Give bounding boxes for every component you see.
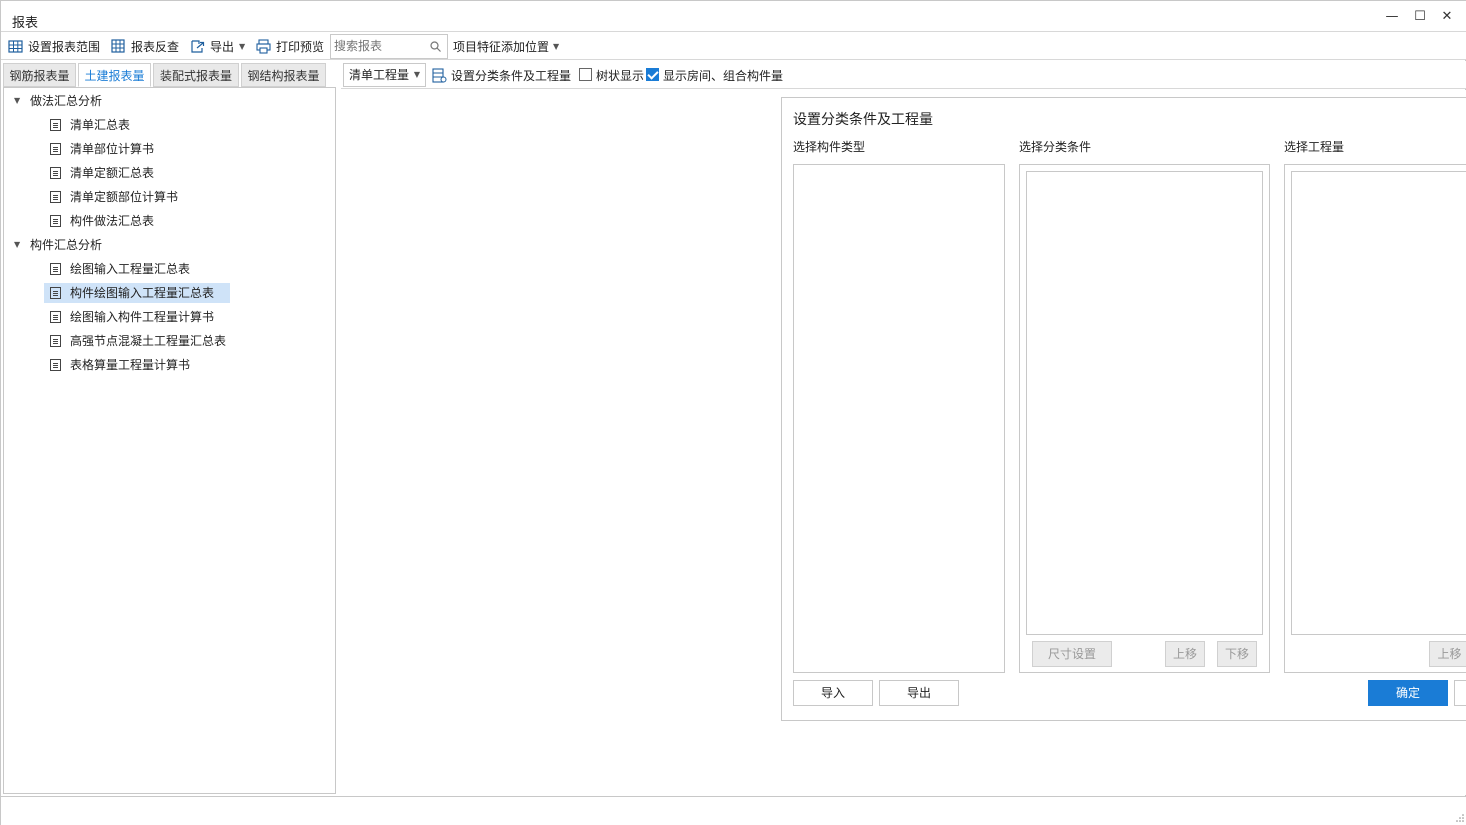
tree-item[interactable]: 清单定额部位计算书 bbox=[50, 187, 178, 207]
title-bar: 报表 — ☐ ✕ bbox=[1, 1, 1466, 31]
feature-position-label: 项目特征添加位置 bbox=[453, 39, 550, 54]
export-label: 导出 bbox=[210, 39, 235, 54]
quantity-panel: 上移 bbox=[1284, 164, 1466, 673]
conditions-panel: 尺寸设置 上移 下移 bbox=[1019, 164, 1270, 673]
tree-item[interactable]: 高强节点混凝土工程量汇总表 bbox=[50, 331, 226, 351]
tab-steel[interactable]: 钢结构报表量 bbox=[241, 63, 326, 87]
tree-item-label: 构件绘图输入工程量汇总表 bbox=[70, 286, 215, 300]
move-up-button[interactable]: 上移 bbox=[1165, 641, 1205, 667]
tree-group-label: 构件汇总分析 bbox=[30, 238, 103, 252]
dialog-title: 设置分类条件及工程量 bbox=[793, 112, 933, 128]
tree-item-label: 清单汇总表 bbox=[70, 118, 131, 132]
report-options-bar: 清单工程量 ▼ 设置分类条件及工程量 树状显示 显示房间、组合构件量 bbox=[341, 61, 1466, 89]
report-window: 报表 — ☐ ✕ 设置报表范围 报表反查 导出 ▼ 打印预览 项目特征添加位置 … bbox=[0, 0, 1466, 825]
export-icon bbox=[191, 39, 205, 53]
status-bar bbox=[1, 796, 1466, 825]
show-rooms-checkbox[interactable] bbox=[646, 68, 659, 81]
confirm-button[interactable]: 确定 bbox=[1368, 680, 1448, 706]
set-conditions-label: 设置分类条件及工程量 bbox=[451, 68, 572, 83]
report-doc-icon bbox=[50, 119, 61, 131]
report-doc-icon bbox=[50, 215, 61, 227]
expand-triangle-icon[interactable]: ▼ bbox=[14, 235, 22, 255]
tree-item[interactable]: 表格算量工程量计算书 bbox=[50, 355, 190, 375]
chevron-down-icon: ▼ bbox=[553, 41, 560, 51]
tree-item-label: 高强节点混凝土工程量汇总表 bbox=[70, 334, 227, 348]
settings-table-icon bbox=[432, 67, 447, 83]
tab-rebar[interactable]: 钢筋报表量 bbox=[3, 63, 76, 87]
tree-item[interactable]: 绘图输入工程量汇总表 bbox=[50, 259, 190, 279]
window-title: 报表 bbox=[12, 16, 39, 31]
quantity-list[interactable] bbox=[1291, 171, 1466, 635]
tree-item[interactable]: 构件做法汇总表 bbox=[50, 211, 154, 231]
tree-display-label: 树状显示 bbox=[596, 69, 645, 83]
tree-item-label: 表格算量工程量计算书 bbox=[70, 358, 191, 372]
report-doc-icon bbox=[50, 311, 61, 323]
chevron-down-icon: ▼ bbox=[413, 70, 420, 79]
report-doc-icon bbox=[50, 191, 61, 203]
tree-item-label: 清单定额部位计算书 bbox=[70, 190, 179, 204]
cancel-button[interactable] bbox=[1454, 680, 1466, 706]
main-toolbar: 设置报表范围 报表反查 导出 ▼ 打印预览 项目特征添加位置 ▼ bbox=[1, 31, 1466, 60]
expand-triangle-icon[interactable]: ▼ bbox=[14, 91, 22, 111]
component-type-title: 选择构件类型 bbox=[793, 140, 866, 154]
tree-item[interactable]: 绘图输入构件工程量计算书 bbox=[50, 307, 214, 327]
tree-item-label: 清单部位计算书 bbox=[70, 142, 155, 156]
tree-item-label: 构件做法汇总表 bbox=[70, 214, 155, 228]
report-doc-icon bbox=[50, 287, 61, 299]
feature-position-dropdown[interactable]: 项目特征添加位置 ▼ bbox=[453, 37, 559, 55]
tree-item[interactable]: 清单部位计算书 bbox=[50, 139, 154, 159]
quantity-type-value: 清单工程量 bbox=[349, 68, 410, 82]
table-search-icon bbox=[111, 38, 125, 53]
tree-display-checkbox[interactable] bbox=[579, 68, 592, 81]
import-button[interactable]: 导入 bbox=[793, 680, 873, 706]
quantity-title: 选择工程量 bbox=[1284, 140, 1345, 154]
tree-group-component[interactable]: ▼ 构件汇总分析 bbox=[14, 235, 102, 255]
tree-item-selected[interactable]: 构件绘图输入工程量汇总表 bbox=[44, 283, 231, 303]
show-rooms-label: 显示房间、组合构件量 bbox=[663, 69, 784, 83]
tree-group-method[interactable]: ▼ 做法汇总分析 bbox=[14, 91, 102, 111]
quantity-type-select[interactable]: 清单工程量 ▼ bbox=[343, 63, 426, 87]
conditions-dialog: 设置分类条件及工程量 选择构件类型 导入 导出 选择分类条件 尺寸设置 上移 下… bbox=[781, 97, 1466, 721]
search-icon[interactable] bbox=[430, 41, 441, 52]
set-range-button[interactable]: 设置报表范围 bbox=[8, 37, 100, 55]
size-settings-button[interactable]: 尺寸设置 bbox=[1032, 641, 1112, 667]
report-doc-icon bbox=[50, 335, 61, 347]
chevron-down-icon[interactable]: ▼ bbox=[239, 42, 245, 51]
tree-group-label: 做法汇总分析 bbox=[30, 94, 103, 108]
move-down-button[interactable]: 下移 bbox=[1217, 641, 1257, 667]
search-input[interactable] bbox=[334, 35, 430, 57]
tree-item-label: 清单定额汇总表 bbox=[70, 166, 155, 180]
report-doc-icon bbox=[50, 263, 61, 275]
grid-range-icon bbox=[8, 39, 23, 53]
close-icon[interactable]: ✕ bbox=[1439, 9, 1455, 25]
report-doc-icon bbox=[50, 167, 61, 179]
set-range-label: 设置报表范围 bbox=[28, 39, 101, 54]
minimize-icon[interactable]: — bbox=[1384, 9, 1400, 25]
quantity-move-up-button[interactable]: 上移 bbox=[1429, 641, 1466, 667]
tree-item[interactable]: 清单定额汇总表 bbox=[50, 163, 154, 183]
report-doc-icon bbox=[50, 143, 61, 155]
tree-item[interactable]: 清单汇总表 bbox=[50, 115, 130, 135]
tree-item-label: 绘图输入工程量汇总表 bbox=[70, 262, 191, 276]
resize-grip-icon[interactable] bbox=[1456, 814, 1464, 822]
export-button[interactable]: 导出 ▼ bbox=[190, 37, 245, 55]
export-dialog-button[interactable]: 导出 bbox=[879, 680, 959, 706]
tab-civil[interactable]: 土建报表量 bbox=[78, 63, 151, 87]
tab-prefab[interactable]: 装配式报表量 bbox=[153, 63, 239, 87]
search-box[interactable] bbox=[330, 34, 448, 59]
report-doc-icon bbox=[50, 359, 61, 371]
report-tree: ▼ 做法汇总分析 清单汇总表 清单部位计算书 清单定额汇总表 清单定额部位计算书… bbox=[3, 87, 336, 794]
print-preview-icon bbox=[256, 38, 271, 54]
conditions-list[interactable] bbox=[1026, 171, 1263, 635]
print-preview-label: 打印预览 bbox=[276, 39, 325, 54]
report-type-tabs: 钢筋报表量 土建报表量 装配式报表量 钢结构报表量 bbox=[1, 61, 336, 88]
tree-item-label: 绘图输入构件工程量计算书 bbox=[70, 310, 215, 324]
maximize-icon[interactable]: ☐ bbox=[1412, 9, 1428, 25]
print-preview-button[interactable]: 打印预览 bbox=[256, 37, 324, 55]
conditions-title: 选择分类条件 bbox=[1019, 140, 1092, 154]
component-type-list[interactable] bbox=[793, 164, 1005, 673]
reverse-check-button[interactable]: 报表反查 bbox=[111, 37, 179, 55]
set-conditions-button[interactable]: 设置分类条件及工程量 bbox=[432, 66, 571, 84]
reverse-check-label: 报表反查 bbox=[131, 39, 180, 54]
